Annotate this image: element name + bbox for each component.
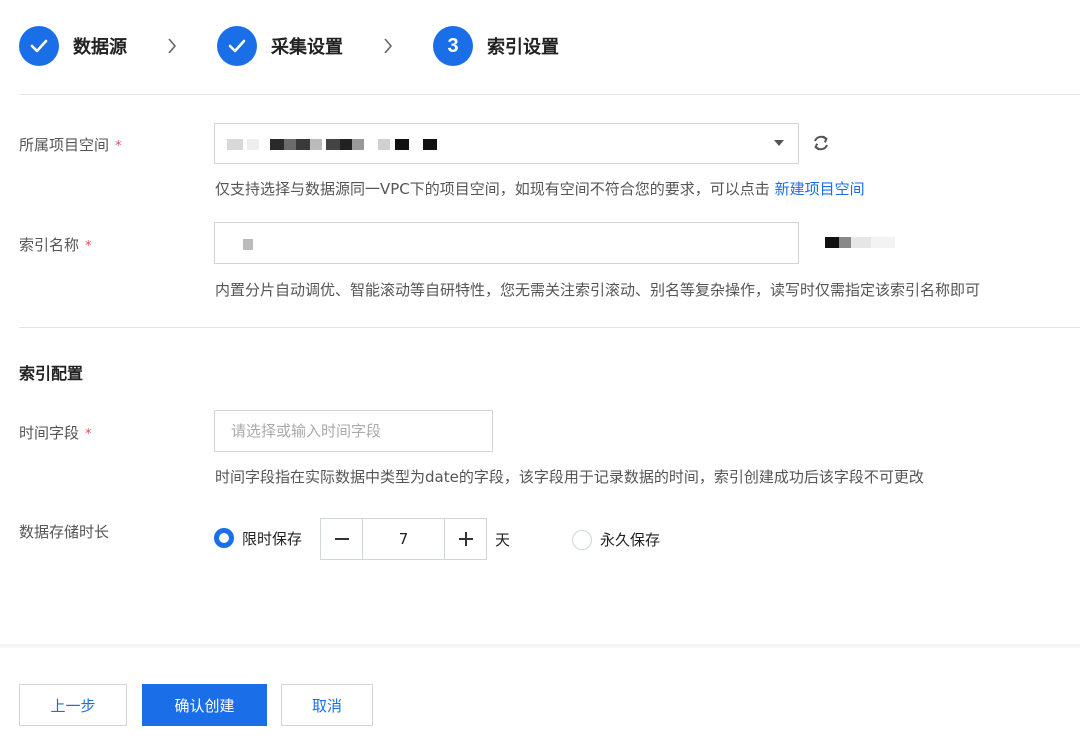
divider	[19, 94, 1080, 95]
increment-button[interactable]	[444, 519, 486, 559]
required-mark: *	[115, 139, 122, 154]
chevron-right-icon	[167, 38, 177, 54]
section-title: 索引配置	[19, 364, 84, 383]
project-space-hint: 仅支持选择与数据源同一VPC下的项目空间，如现有空间不符合您的要求，可以点击 新…	[215, 180, 865, 198]
time-field-hint: 时间字段指在实际数据中类型为date的字段，该字段用于记录数据的时间，索引创建成…	[215, 468, 924, 486]
required-mark: *	[85, 427, 92, 442]
radio-forever[interactable]: 永久保存	[572, 529, 660, 550]
prev-step-button[interactable]: 上一步	[19, 684, 127, 726]
caret-down-icon	[774, 140, 784, 146]
chevron-right-icon	[383, 38, 393, 54]
project-space-label: 所属项目空间 *	[19, 136, 122, 154]
step-datasource[interactable]: 数据源	[19, 26, 127, 66]
check-icon	[19, 26, 59, 66]
retention-label: 数据存储时长	[19, 523, 110, 541]
index-name-input[interactable]	[214, 222, 799, 264]
step-label: 索引设置	[487, 37, 559, 58]
decrement-button[interactable]	[321, 519, 363, 559]
radio-label: 永久保存	[600, 531, 661, 549]
divider	[19, 327, 1080, 328]
radio-limited[interactable]: 限时保存	[214, 517, 302, 559]
time-field-label: 时间字段 *	[19, 424, 92, 442]
radio-button[interactable]	[214, 528, 234, 548]
create-project-space-link[interactable]: 新建项目空间	[775, 180, 865, 198]
index-name-label: 索引名称 *	[19, 236, 92, 254]
confirm-create-button[interactable]: 确认创建	[142, 684, 267, 726]
check-icon	[217, 26, 257, 66]
index-name-hint: 内置分片自动调优、智能滚动等自研特性，您无需关注索引滚动、别名等复杂操作，读写时…	[215, 281, 981, 299]
steps-bar: 数据源 采集设置 3 索引设置	[19, 26, 559, 66]
radio-label: 限时保存	[242, 529, 303, 548]
refresh-icon[interactable]	[810, 132, 832, 154]
project-space-select[interactable]	[214, 123, 799, 164]
retention-stepper: 7	[320, 518, 487, 560]
required-mark: *	[85, 239, 92, 254]
retention-unit: 天	[495, 531, 511, 549]
step-number-badge: 3	[433, 26, 473, 66]
step-label: 数据源	[73, 37, 127, 58]
redacted-value	[243, 239, 253, 250]
step-label: 采集设置	[271, 37, 343, 58]
cancel-button[interactable]: 取消	[281, 684, 373, 726]
step-index: 3 索引设置	[433, 26, 559, 66]
time-field-input[interactable]	[214, 410, 493, 452]
radio-button[interactable]	[572, 529, 592, 550]
retention-value[interactable]: 7	[363, 519, 444, 559]
step-collection[interactable]: 采集设置	[217, 26, 343, 66]
